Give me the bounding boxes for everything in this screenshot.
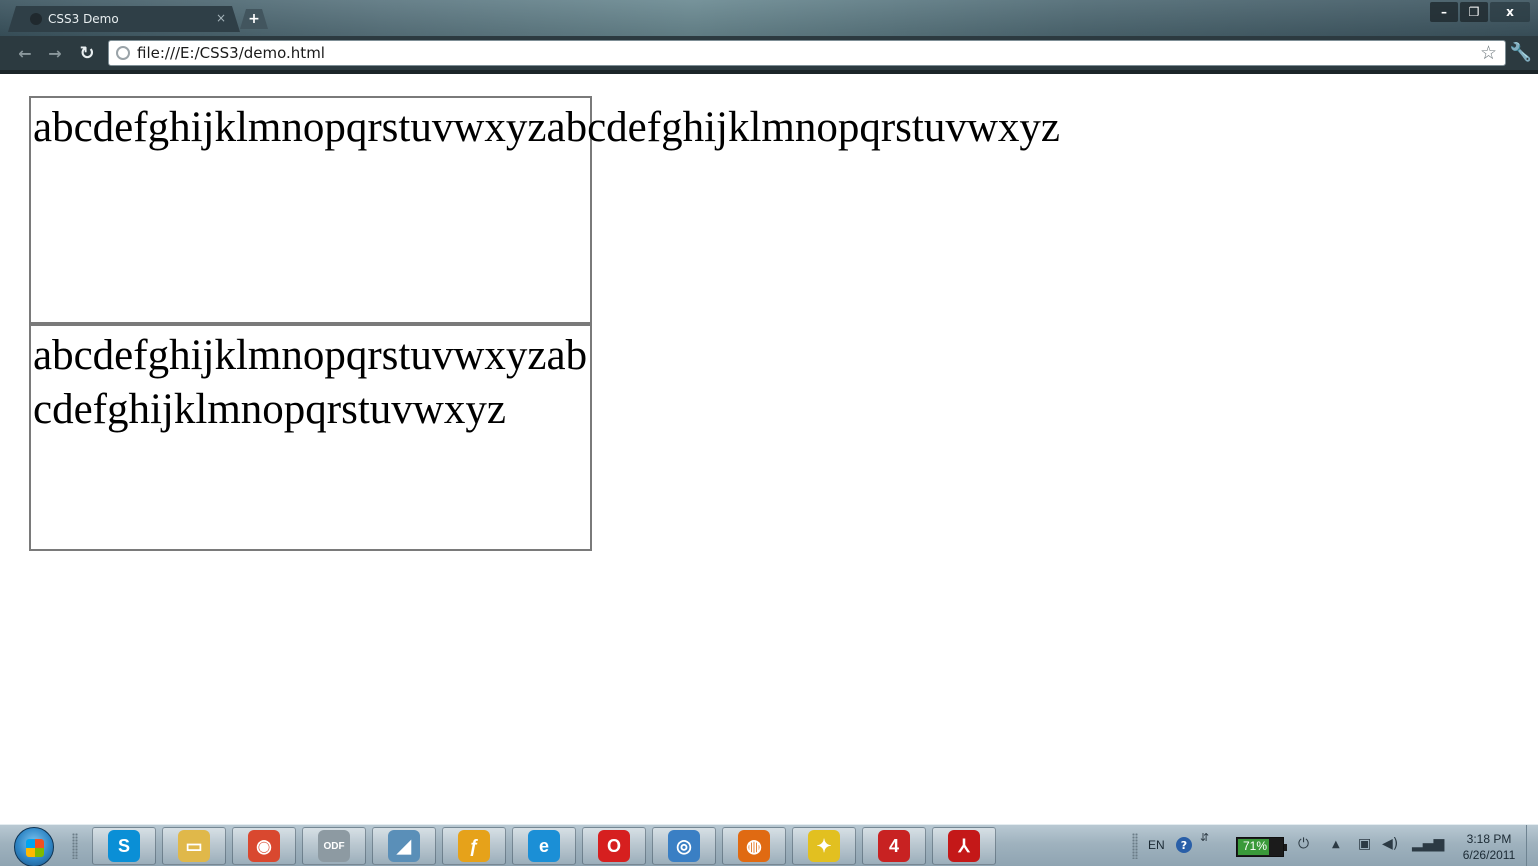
notes-icon: ◢	[388, 830, 420, 862]
taskbar-app-red-app[interactable]: 4	[862, 827, 926, 865]
taskbar-app-notes[interactable]: ◢	[372, 827, 436, 865]
demo-box-word-wrap: abcdefghijklmnopqrstuvwxyzabcdefghijklmn…	[29, 323, 592, 551]
acrobat-icon: ⅄	[948, 830, 980, 862]
taskbar-app-bird-app[interactable]: ✦	[792, 827, 856, 865]
taskbar-grip	[72, 833, 78, 859]
taskbar-app-acrobat[interactable]: ⅄	[932, 827, 996, 865]
odf-viewer-icon: ODF	[318, 830, 350, 862]
page-content: abcdefghijklmnopqrstuvwxyzabcdefghijklmn…	[0, 74, 1538, 824]
tray-grip	[1132, 833, 1138, 859]
clock[interactable]: 3:18 PM 6/26/2011	[1454, 831, 1524, 863]
close-window-button[interactable]: x	[1490, 2, 1530, 22]
battery-percent: 71%	[1242, 839, 1268, 853]
address-bar-url: file:///E:/CSS3/demo.html	[137, 44, 325, 62]
demo-box-word-wrap-text: abcdefghijklmnopqrstuvwxyzabcdefghijklmn…	[33, 332, 588, 433]
page-globe-icon	[116, 46, 130, 60]
flash-icon: ƒ	[458, 830, 490, 862]
tab-close-icon[interactable]: ×	[216, 11, 226, 25]
network-device-icon[interactable]: ▣	[1358, 836, 1371, 852]
taskbar-app-safari[interactable]: ◎	[652, 827, 716, 865]
taskbar-app-flash[interactable]: ƒ	[442, 827, 506, 865]
show-hidden-icons-icon[interactable]: ▲	[1332, 839, 1340, 850]
system-tray: EN ? ⇵ 71% ⏻ ▲ ▣ ◀) ▂▄▆ 3:18 PM 6/26/201…	[1132, 825, 1538, 866]
window-controls: – ❐ x	[1430, 2, 1530, 22]
new-tab-button[interactable]: +	[240, 9, 268, 29]
skype-icon: S	[108, 830, 140, 862]
reload-icon[interactable]: ↻	[76, 42, 98, 64]
taskbar: S ▭ ◉ ODF ◢ ƒ e O ◎ ◍ ✦ 4 ⅄ EN ? ⇵ 71% ⏻ ▲ ▣ ◀) ▂▄▆ …	[0, 824, 1538, 866]
minimize-button[interactable]: –	[1430, 2, 1458, 22]
back-arrow-icon[interactable]: ←	[14, 42, 36, 64]
tab-title: CSS3 Demo	[48, 12, 119, 26]
restore-button[interactable]: ❐	[1460, 2, 1488, 22]
address-bar[interactable]: file:///E:/CSS3/demo.html ☆	[108, 40, 1506, 66]
taskbar-app-odf-viewer[interactable]: ODF	[302, 827, 366, 865]
tab-css3-demo[interactable]: CSS3 Demo ×	[8, 6, 240, 32]
demo-box-overflow-text: abcdefghijklmnopqrstuvwxyzabcdefghijklmn…	[33, 104, 1061, 151]
bird-app-icon: ✦	[808, 830, 840, 862]
start-button[interactable]	[14, 827, 54, 866]
taskbar-app-chrome[interactable]: ◉	[232, 827, 296, 865]
chrome-icon: ◉	[248, 830, 280, 862]
battery-indicator[interactable]: 71%	[1236, 837, 1287, 857]
power-plug-icon[interactable]: ⏻	[1298, 836, 1309, 852]
wrench-menu-icon[interactable]: 🔧	[1510, 42, 1532, 63]
demo-box-overflow: abcdefghijklmnopqrstuvwxyzabcdefghijklmn…	[29, 96, 1060, 324]
safari-icon: ◎	[668, 830, 700, 862]
language-indicator[interactable]: EN	[1148, 838, 1165, 852]
volume-icon[interactable]: ◀)	[1382, 836, 1398, 852]
windows-logo-icon	[26, 839, 44, 857]
file-manager-icon: ▭	[178, 830, 210, 862]
internet-explorer-icon: e	[528, 830, 560, 862]
browser-toolbar: ← → ↻ file:///E:/CSS3/demo.html ☆ 🔧	[0, 36, 1538, 70]
firefox-icon: ◍	[738, 830, 770, 862]
taskbar-app-firefox[interactable]: ◍	[722, 827, 786, 865]
clock-time: 3:18 PM	[1466, 832, 1512, 846]
taskbar-app-internet-explorer[interactable]: e	[512, 827, 576, 865]
clock-date: 6/26/2011	[1462, 848, 1516, 862]
taskbar-app-opera[interactable]: O	[582, 827, 646, 865]
battery-tip	[1284, 844, 1287, 851]
opera-icon: O	[598, 830, 630, 862]
taskbar-app-file-manager[interactable]: ▭	[162, 827, 226, 865]
toolbar-divider	[0, 70, 1538, 74]
bookmark-star-icon[interactable]: ☆	[1480, 42, 1497, 64]
tab-favicon-icon	[30, 13, 42, 25]
help-icon[interactable]: ?	[1176, 837, 1192, 853]
signal-strength-icon[interactable]: ▂▄▆	[1412, 836, 1444, 852]
show-desktop-button[interactable]	[1526, 825, 1538, 866]
language-options-icon[interactable]: ⇵	[1200, 831, 1209, 844]
red-app-icon: 4	[878, 830, 910, 862]
forward-arrow-icon[interactable]: →	[44, 42, 66, 64]
taskbar-app-skype[interactable]: S	[92, 827, 156, 865]
